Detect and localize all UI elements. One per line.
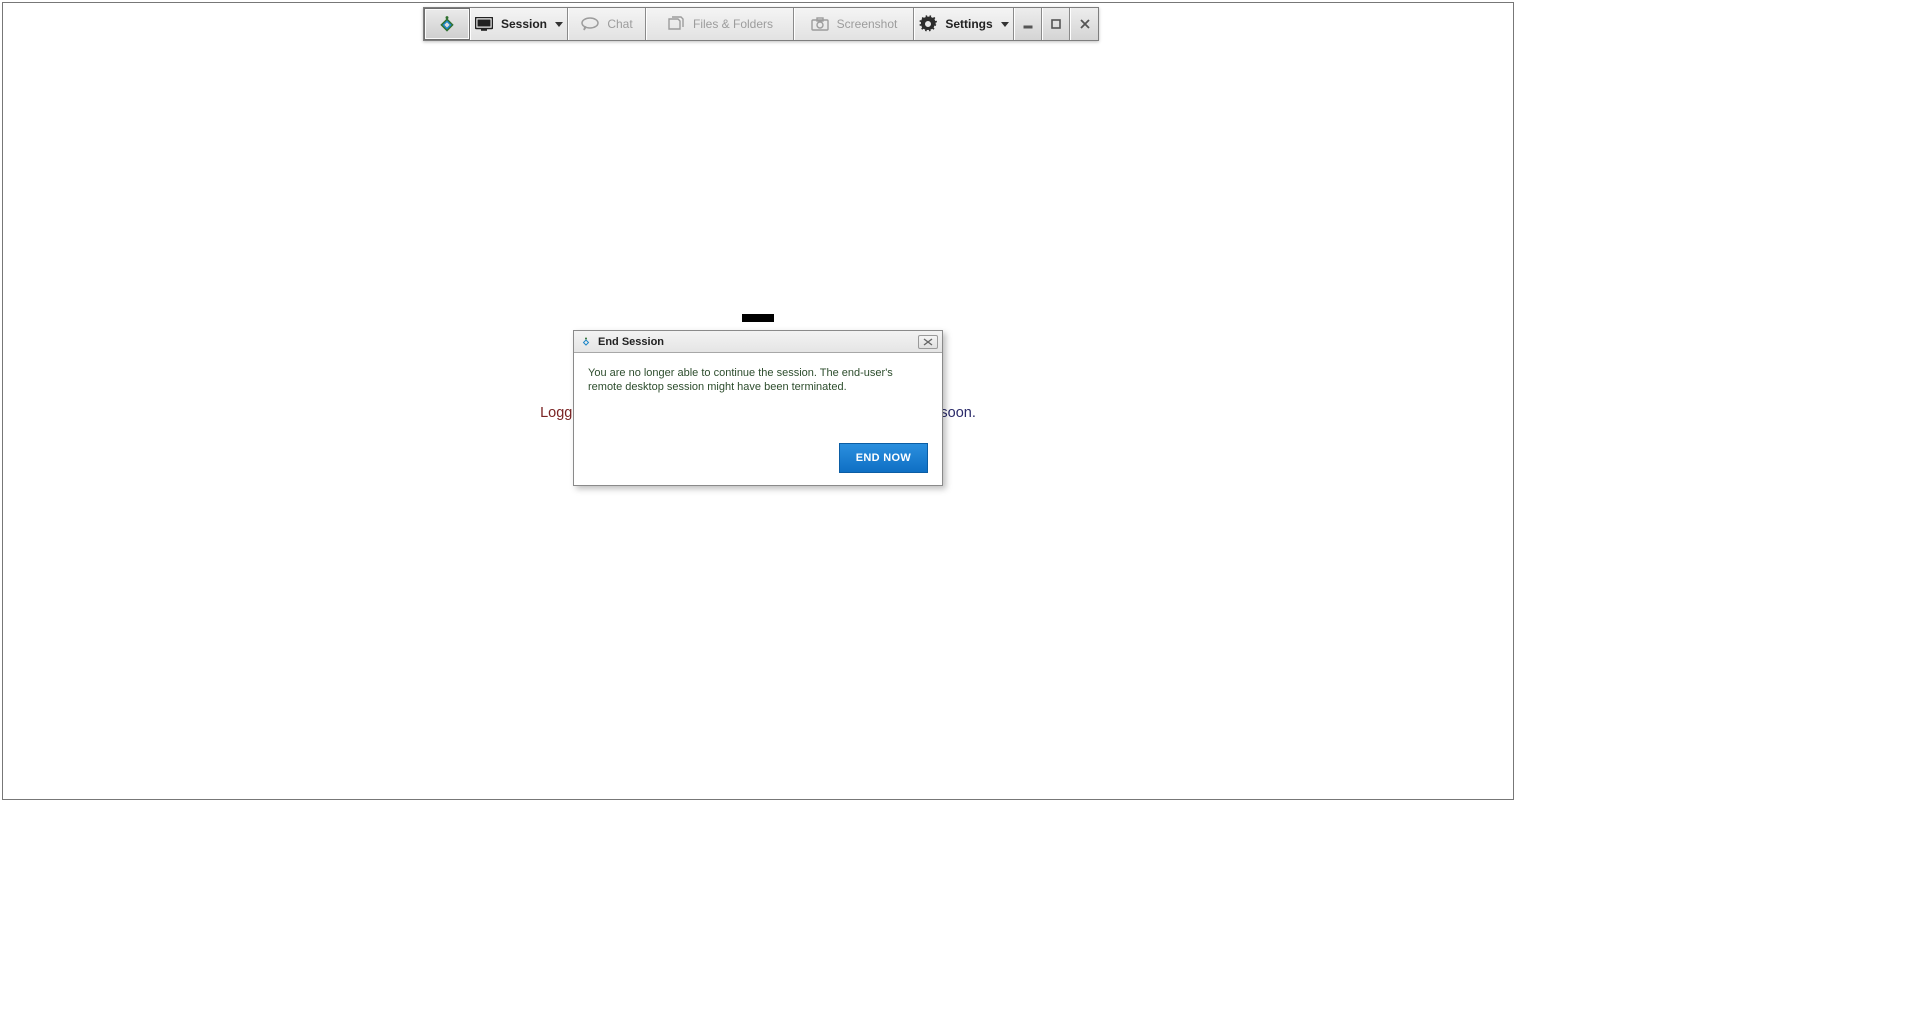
camera-icon <box>811 17 829 31</box>
minimize-button[interactable] <box>1014 8 1042 40</box>
dialog-close-button[interactable] <box>918 335 938 349</box>
chat-button[interactable]: Chat <box>568 8 646 40</box>
gear-icon <box>919 15 937 33</box>
app-logo-button[interactable] <box>424 8 470 40</box>
dialog-titlebar: End Session <box>574 331 942 353</box>
chevron-down-icon <box>1001 22 1009 27</box>
monitor-icon <box>475 17 493 31</box>
maximize-button[interactable] <box>1042 8 1070 40</box>
files-icon <box>667 16 685 32</box>
dialog-title: End Session <box>598 336 664 348</box>
dialog-message: You are no longer able to continue the s… <box>574 353 942 411</box>
chat-icon <box>581 17 599 31</box>
chevron-down-icon <box>555 22 563 27</box>
settings-menu[interactable]: Settings <box>914 8 1014 40</box>
remote-desktop-window: Session Chat Files & Folders <box>2 2 1514 800</box>
files-label: Files & Folders <box>693 17 773 31</box>
top-toolbar: Session Chat Files & Folders <box>423 7 1099 41</box>
close-window-button[interactable] <box>1070 8 1098 40</box>
status-text-right: soon. <box>940 405 975 421</box>
status-text-left: Logg <box>540 405 572 421</box>
screenshot-button[interactable]: Screenshot <box>794 8 914 40</box>
app-logo-small-icon <box>580 336 592 348</box>
chat-label: Chat <box>607 17 632 31</box>
session-label: Session <box>501 17 547 31</box>
app-logo-icon <box>436 13 458 35</box>
close-icon <box>1079 18 1091 30</box>
files-folders-button[interactable]: Files & Folders <box>646 8 794 40</box>
maximize-icon <box>1050 18 1062 30</box>
settings-label: Settings <box>945 17 992 31</box>
session-menu[interactable]: Session <box>470 8 568 40</box>
screenshot-label: Screenshot <box>837 17 898 31</box>
minimize-icon <box>1022 18 1034 30</box>
end-now-button[interactable]: END NOW <box>839 443 928 473</box>
close-icon <box>923 338 933 346</box>
dialog-actions: END NOW <box>839 443 928 473</box>
end-session-dialog: End Session You are no longer able to co… <box>573 330 943 486</box>
